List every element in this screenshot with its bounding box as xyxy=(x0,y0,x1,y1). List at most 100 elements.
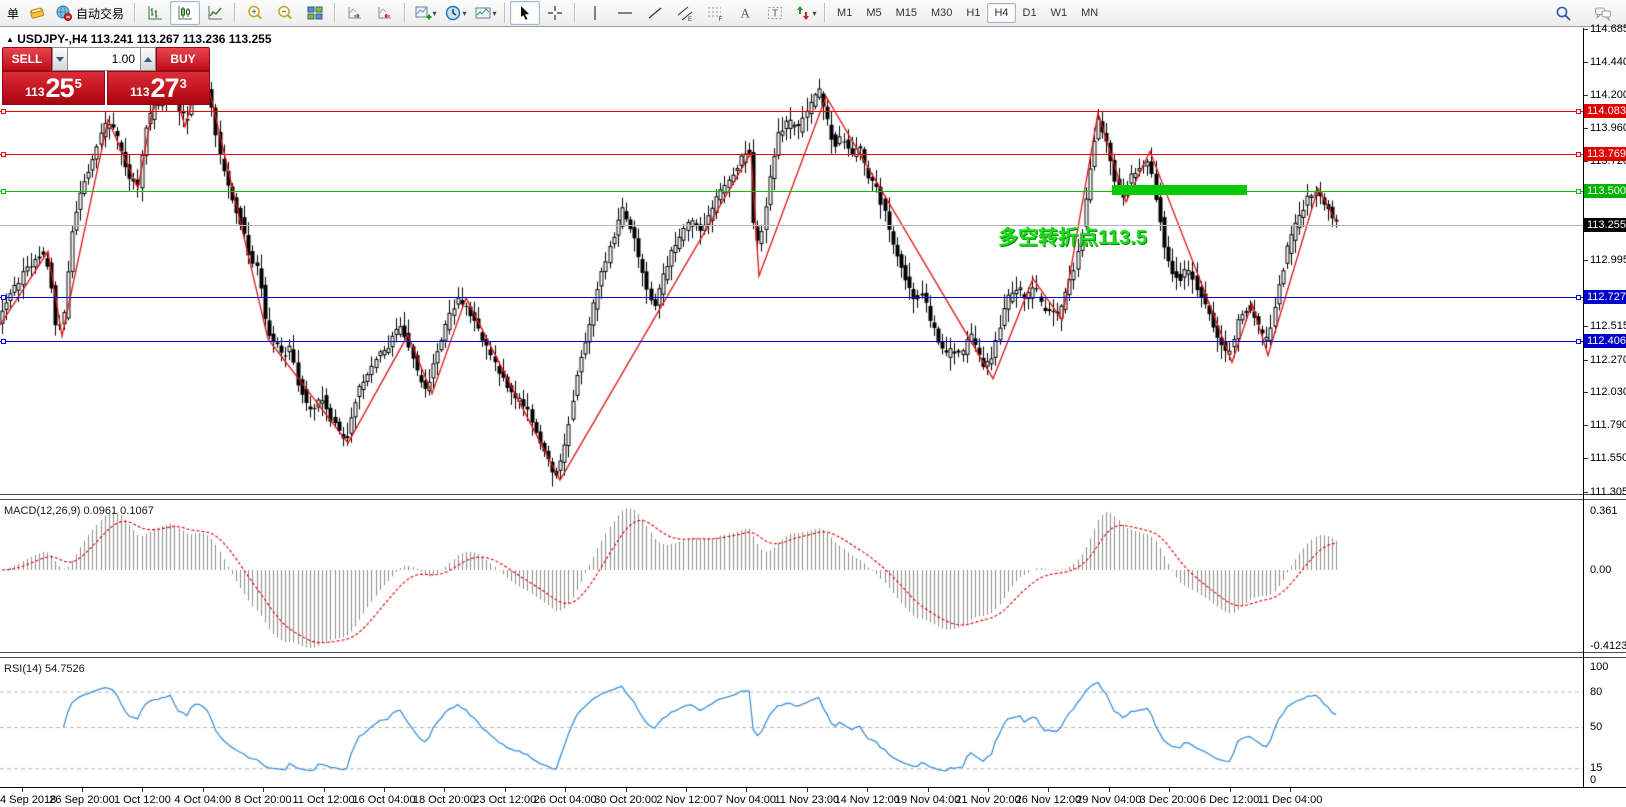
fibonacci-button[interactable]: F xyxy=(700,1,730,25)
macd-panel-canvas[interactable] xyxy=(0,499,1583,652)
svg-text:E: E xyxy=(688,17,692,22)
order-label[interactable]: 单 xyxy=(4,5,22,22)
line-anchor-handle[interactable] xyxy=(1,152,6,158)
time-axis-label: 11 Nov 23:00 xyxy=(774,794,840,806)
dropdown-caret-icon: ▾ xyxy=(812,8,817,18)
current-price-badge: 113.255 xyxy=(1584,217,1626,232)
rsi-axis-label: 100 xyxy=(1590,661,1609,673)
timeframe-button-m30[interactable]: M30 xyxy=(924,3,959,23)
price-tick-label: 114.200 xyxy=(1590,89,1626,102)
arrows-button[interactable]: ▾ xyxy=(790,1,820,25)
horizontal-level-line[interactable] xyxy=(0,340,1583,342)
price-tick-mark xyxy=(1584,458,1588,460)
time-axis-tick xyxy=(746,788,747,792)
autotrading-button[interactable]: 自动交易 xyxy=(52,1,130,25)
tile-windows-button[interactable] xyxy=(300,1,330,25)
timeframe-button-m5[interactable]: M5 xyxy=(859,3,888,23)
timeframe-button-h1[interactable]: H1 xyxy=(959,3,987,23)
line-anchor-handle[interactable] xyxy=(1576,338,1581,344)
candlestick-button[interactable] xyxy=(170,1,201,25)
svg-text:T: T xyxy=(772,9,778,20)
text-button[interactable]: A xyxy=(730,1,760,25)
timeframe-button-m1[interactable]: M1 xyxy=(830,3,859,23)
time-axis-label: 4 Oct 04:00 xyxy=(174,794,232,806)
price-level-badge: 112.406 xyxy=(1584,333,1626,348)
line-anchor-handle[interactable] xyxy=(1,294,6,300)
rsi-panel-canvas[interactable] xyxy=(0,657,1583,787)
time-axis-tick xyxy=(988,788,989,792)
time-axis-tick xyxy=(1048,788,1049,792)
timeframe-button-h4[interactable]: H4 xyxy=(987,3,1016,23)
price-tick-mark xyxy=(1584,325,1588,327)
vertical-line-button[interactable] xyxy=(580,1,610,25)
time-axis-label: 18 Oct 20:00 xyxy=(412,794,476,806)
tile-windows-icon xyxy=(306,4,324,22)
toolbar-group-timeframes: M1 M5 M15 M30 H1 H4 D1 W1 MN xyxy=(830,0,1105,27)
cursor-icon xyxy=(516,4,534,22)
sell-price-button[interactable]: 113 25 5 xyxy=(2,71,105,105)
line-chart-button[interactable] xyxy=(200,1,230,25)
line-anchor-handle[interactable] xyxy=(1576,152,1581,158)
timeframe-button-w1[interactable]: W1 xyxy=(1044,3,1075,23)
horizontal-level-line[interactable] xyxy=(0,191,1583,192)
auto-scroll-button[interactable] xyxy=(340,1,370,25)
horizontal-line-button[interactable] xyxy=(610,1,640,25)
buy-price-prefix: 113 xyxy=(130,85,150,99)
timeframe-button-m15[interactable]: M15 xyxy=(889,3,924,23)
support-zone-bar[interactable] xyxy=(1112,185,1247,195)
price-tick-label: 114.685 xyxy=(1590,22,1626,35)
time-axis-border xyxy=(0,787,1626,788)
price-tick-label: 111.305 xyxy=(1590,485,1626,498)
periods-clock-button[interactable]: ▾ xyxy=(440,1,470,25)
zoom-out-button[interactable] xyxy=(270,1,300,25)
line-anchor-handle[interactable] xyxy=(1,109,6,115)
cursor-button[interactable] xyxy=(510,1,541,25)
volume-increase-button[interactable] xyxy=(140,47,156,71)
buy-button[interactable]: BUY xyxy=(156,47,210,71)
toolbar-group-scroll xyxy=(340,0,400,27)
sell-button[interactable]: SELL xyxy=(2,47,52,71)
line-anchor-handle[interactable] xyxy=(1576,189,1581,194)
macd-panel-separator[interactable] xyxy=(0,494,1626,500)
main-chart-canvas[interactable] xyxy=(0,29,1583,493)
equidistant-channel-button[interactable]: E xyxy=(670,1,700,25)
add-indicator-button[interactable]: ▾ xyxy=(410,1,440,25)
horizontal-level-line[interactable] xyxy=(0,154,1583,156)
timeframe-button-d1[interactable]: D1 xyxy=(1016,3,1044,23)
search-button[interactable] xyxy=(1548,2,1578,26)
price-tick-mark xyxy=(1584,260,1588,262)
zoom-in-button[interactable] xyxy=(240,1,270,25)
price-level-badge: 113.500 xyxy=(1584,184,1626,198)
new-order-icon xyxy=(28,4,46,22)
line-anchor-handle[interactable] xyxy=(1,338,6,344)
horizontal-level-line[interactable] xyxy=(0,296,1583,298)
templates-button[interactable]: ▾ xyxy=(470,1,500,25)
volume-input[interactable]: 1.00 xyxy=(68,47,140,71)
new-order-button[interactable] xyxy=(22,1,52,25)
crosshair-button[interactable] xyxy=(540,1,570,25)
time-axis-tick xyxy=(505,788,506,792)
trendline-button[interactable] xyxy=(640,1,670,25)
price-tick-label: 114.440 xyxy=(1590,56,1626,69)
text-label-button[interactable]: T xyxy=(760,1,790,25)
time-axis-label: 8 Oct 20:00 xyxy=(234,794,292,806)
toolbar: 单 自动交易 ▾ ▾ ▾ E F A T ▾ M1 M5 M15 M30 H1 H4 D1 W1 MN xyxy=(0,0,1626,27)
toolbar-separator xyxy=(824,3,827,23)
rsi-panel-separator[interactable] xyxy=(0,652,1626,658)
candlestick-icon xyxy=(176,4,194,22)
line-anchor-handle[interactable] xyxy=(1576,109,1581,115)
buy-price-button[interactable]: 113 27 3 xyxy=(107,71,210,105)
toolbar-group-zoom xyxy=(240,0,330,27)
add-indicator-icon xyxy=(414,4,432,22)
price-level-badge: 114.083 xyxy=(1584,104,1626,119)
time-axis-label: 26 Oct 04:00 xyxy=(533,794,597,806)
line-anchor-handle[interactable] xyxy=(1,189,6,194)
chart-shift-button[interactable] xyxy=(370,1,400,25)
timeframe-button-mn[interactable]: MN xyxy=(1074,3,1105,23)
price-tick-mark xyxy=(1584,28,1588,30)
bar-chart-button[interactable] xyxy=(140,1,170,25)
horizontal-level-line[interactable] xyxy=(0,111,1583,113)
volume-decrease-button[interactable] xyxy=(52,47,68,71)
chart-window[interactable]: ▲ USDJPY-,H4 113.241 113.267 113.236 113… xyxy=(0,23,1626,807)
line-anchor-handle[interactable] xyxy=(1576,294,1581,300)
